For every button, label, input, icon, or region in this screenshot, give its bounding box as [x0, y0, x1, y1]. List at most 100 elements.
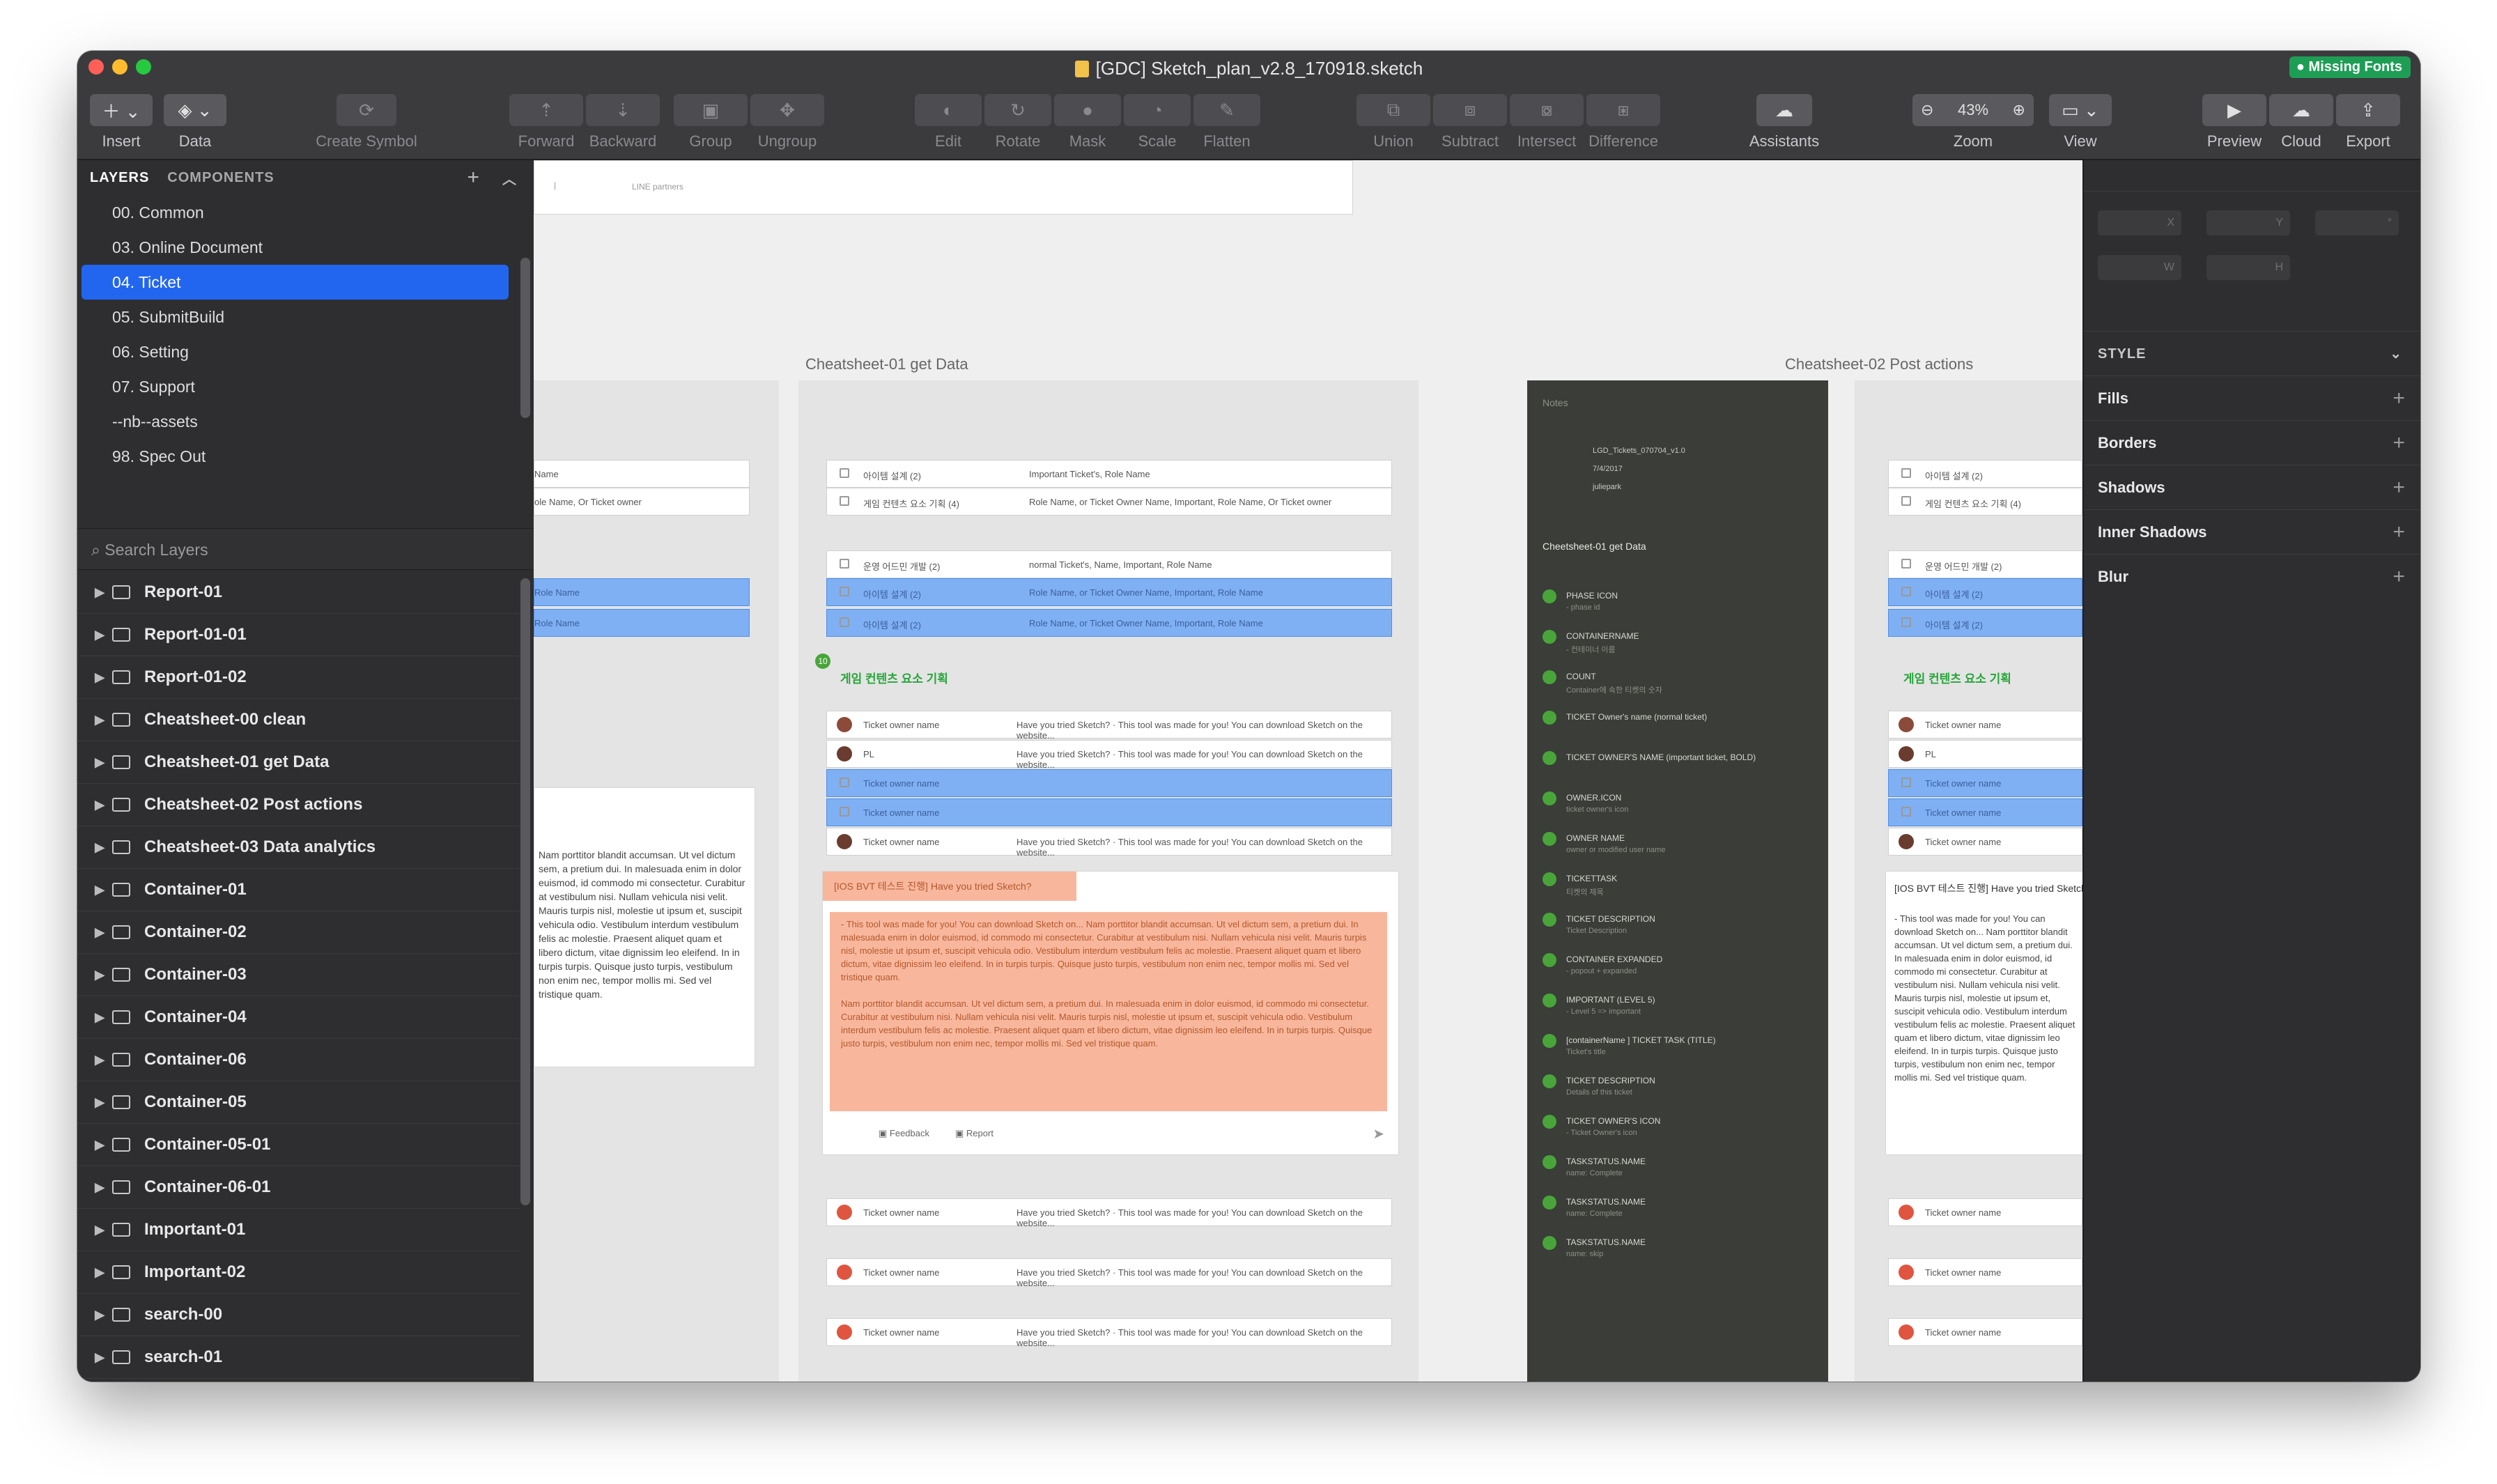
send-icon[interactable]: ➤: [1373, 1125, 1384, 1143]
fills-row[interactable]: Fills +: [2084, 376, 2420, 420]
layer-item[interactable]: ▶ Container-06: [77, 1039, 520, 1081]
add-inner-shadow-icon[interactable]: +: [2392, 510, 2405, 555]
status-ticket-row[interactable]: Ticket owner name Have you tried Sketch? …: [826, 1198, 1392, 1228]
ticket-row[interactable]: PL Have you tried Sketch? · This tool was…: [826, 740, 1392, 770]
container-row[interactable]: 운영 어드민 개발 (2) normal Ticket's, Name, Impo…: [826, 550, 1392, 578]
report-link[interactable]: ▣ Report: [955, 1128, 994, 1139]
container-row[interactable]: 아이템 설계 (2) Important Ticket's, Role Name: [826, 460, 1392, 488]
container-row-highlight[interactable]: 아이템 설계 (2) Role Name, or Ticket Owner Nam…: [826, 609, 1392, 637]
page-item[interactable]: 07. Support: [82, 369, 509, 404]
disclosure-triangle-icon[interactable]: ▶: [87, 784, 112, 826]
layer-item[interactable]: ▶ Cheatsheet-00 clean: [77, 699, 520, 741]
rotation-field[interactable]: °: [2315, 210, 2399, 235]
union-button[interactable]: ⧉: [1356, 94, 1430, 126]
layer-item[interactable]: ▶ Report-01-01: [77, 614, 520, 656]
ticket-detail-card[interactable]: [IOS BVT 테스트 진행] Have you tried Sketch? …: [1885, 871, 2082, 1155]
artboard-fragment[interactable]: | LINE partners: [534, 160, 1353, 215]
ungroup-button[interactable]: ✥: [750, 94, 824, 126]
blur-row[interactable]: Blur +: [2084, 554, 2420, 598]
disclosure-triangle-icon[interactable]: ▶: [87, 1294, 112, 1336]
page-item[interactable]: 05. SubmitBuild: [82, 300, 509, 334]
disclosure-triangle-icon[interactable]: ▶: [87, 869, 112, 911]
layer-item[interactable]: ▶ Cheatsheet-01 get Data: [77, 741, 520, 784]
layer-item[interactable]: ▶ Container-03: [77, 954, 520, 996]
subtract-button[interactable]: ⧈: [1433, 94, 1507, 126]
width-field[interactable]: W: [2098, 255, 2181, 280]
ticket-row[interactable]: Ticket owner name: [1888, 828, 2082, 856]
canvas[interactable]: | LINE partners Cheatsheet-01 get Data C…: [534, 160, 2082, 1382]
borders-row[interactable]: Borders +: [2084, 420, 2420, 465]
chevron-up-icon[interactable]: ︿: [502, 168, 517, 188]
edit-button[interactable]: ◐: [915, 94, 982, 126]
page-item-selected[interactable]: 04. Ticket: [82, 265, 509, 300]
disclosure-triangle-icon[interactable]: ▶: [87, 1124, 112, 1166]
add-page-icon[interactable]: +: [467, 166, 480, 190]
backward-button[interactable]: ⇣: [586, 94, 660, 126]
create-symbol-button[interactable]: ⟳: [337, 94, 396, 126]
layer-item[interactable]: ▶ Report-01-02: [77, 656, 520, 699]
ticket-row-highlight[interactable]: Ticket owner name: [826, 769, 1392, 797]
disclosure-triangle-icon[interactable]: ▶: [87, 1081, 112, 1123]
data-button[interactable]: ◈ ⌄: [164, 94, 226, 126]
search-layers-field[interactable]: ⌕ Search Layers: [77, 528, 534, 570]
layer-item[interactable]: ▶ search-00: [77, 1294, 520, 1336]
mask-button[interactable]: ●: [1054, 94, 1121, 126]
style-section-header[interactable]: STYLE ⌄: [2084, 331, 2420, 376]
status-ticket-row[interactable]: Ticket owner name: [1888, 1198, 2082, 1226]
missing-fonts-badge[interactable]: ● Missing Fonts: [2289, 56, 2411, 78]
artboard-title-1[interactable]: Cheatsheet-01 get Data: [805, 355, 968, 373]
page-item[interactable]: 03. Online Document: [82, 230, 509, 265]
tab-layers[interactable]: LAYERS: [90, 170, 149, 186]
container-row-highlight[interactable]: 아이템 설계 (2) Role Name, or Ticket Owner Nam…: [826, 578, 1392, 606]
view-button[interactable]: ▭ ⌄: [2049, 94, 2112, 126]
ticket-row[interactable]: Ticket owner name Have you tried Sketch? …: [826, 828, 1392, 858]
insert-button[interactable]: ＋ ⌄: [90, 94, 153, 126]
layer-item[interactable]: ▶ Container-06-01: [77, 1166, 520, 1209]
row-partial-highlight[interactable]: Role Name: [534, 578, 750, 606]
disclosure-triangle-icon[interactable]: ▶: [87, 1251, 112, 1293]
add-border-icon[interactable]: +: [2392, 421, 2405, 465]
container-row[interactable]: 게임 컨텐츠 요소 기획 (4) Role Name, or Ticket Own…: [826, 488, 1392, 516]
tab-components[interactable]: COMPONENTS: [167, 170, 274, 186]
rotate-button[interactable]: ↻: [984, 94, 1051, 126]
row-partial-highlight[interactable]: Role Name: [534, 609, 750, 637]
disclosure-triangle-icon[interactable]: ▶: [87, 699, 112, 741]
page-item[interactable]: 06. Setting: [82, 334, 509, 369]
notes-panel[interactable]: Notes LGD_Tickets_070704_v1.0 7/4/2017 j…: [1527, 380, 1828, 1382]
container-row[interactable]: 게임 컨텐츠 요소 기획 (4): [1888, 488, 2082, 516]
forward-button[interactable]: ⇡: [509, 94, 583, 126]
intersect-button[interactable]: ⧇: [1510, 94, 1584, 126]
ticket-detail-card[interactable]: [IOS BVT 테스트 진행] Have you tried Sketch? …: [822, 871, 1399, 1155]
difference-button[interactable]: ⧆: [1586, 94, 1660, 126]
ticket-detail-partial[interactable]: Nam porttitor blandit accumsan. Ut vel d…: [534, 787, 755, 1067]
row-partial[interactable]: ole Name, Or Ticket owner: [534, 488, 750, 516]
layer-item[interactable]: ▶ Report-01: [77, 571, 520, 614]
container-row[interactable]: 운영 어드민 개발 (2): [1888, 550, 2082, 578]
layer-item[interactable]: ▶ Container-05: [77, 1081, 520, 1124]
height-field[interactable]: H: [2206, 255, 2290, 280]
add-shadow-icon[interactable]: +: [2392, 465, 2405, 510]
disclosure-triangle-icon[interactable]: ▶: [87, 1336, 112, 1378]
ticket-row[interactable]: Ticket owner name: [1888, 711, 2082, 739]
inner-shadows-row[interactable]: Inner Shadows +: [2084, 509, 2420, 554]
layer-item[interactable]: ▶ Container-05-01: [77, 1124, 520, 1166]
layer-item[interactable]: ▶ Container-02: [77, 911, 520, 954]
ticket-row[interactable]: Ticket owner name Have you tried Sketch? …: [826, 711, 1392, 741]
disclosure-triangle-icon[interactable]: ▶: [87, 1209, 112, 1251]
disclosure-triangle-icon[interactable]: ▶: [87, 826, 112, 868]
status-ticket-row[interactable]: Ticket owner name: [1888, 1318, 2082, 1346]
export-button[interactable]: ⇪: [2336, 94, 2400, 126]
page-item[interactable]: 00. Common: [82, 195, 509, 230]
artboard-title-2[interactable]: Cheatsheet-02 Post actions: [1785, 355, 1973, 373]
x-field[interactable]: X: [2098, 210, 2181, 235]
scale-button[interactable]: ◔: [1124, 94, 1191, 126]
disclosure-triangle-icon[interactable]: ▶: [87, 1166, 112, 1208]
layer-item[interactable]: ▶ Container-01: [77, 869, 520, 911]
disclosure-triangle-icon[interactable]: ▶: [87, 571, 112, 613]
group-button[interactable]: ▣: [674, 94, 748, 126]
ticket-row-highlight[interactable]: Ticket owner name: [1888, 769, 2082, 797]
layers-scrollbar[interactable]: [520, 578, 530, 1205]
chevron-down-icon[interactable]: ⌄: [2390, 332, 2402, 376]
add-blur-icon[interactable]: +: [2392, 555, 2405, 599]
ticket-row[interactable]: PL: [1888, 740, 2082, 768]
